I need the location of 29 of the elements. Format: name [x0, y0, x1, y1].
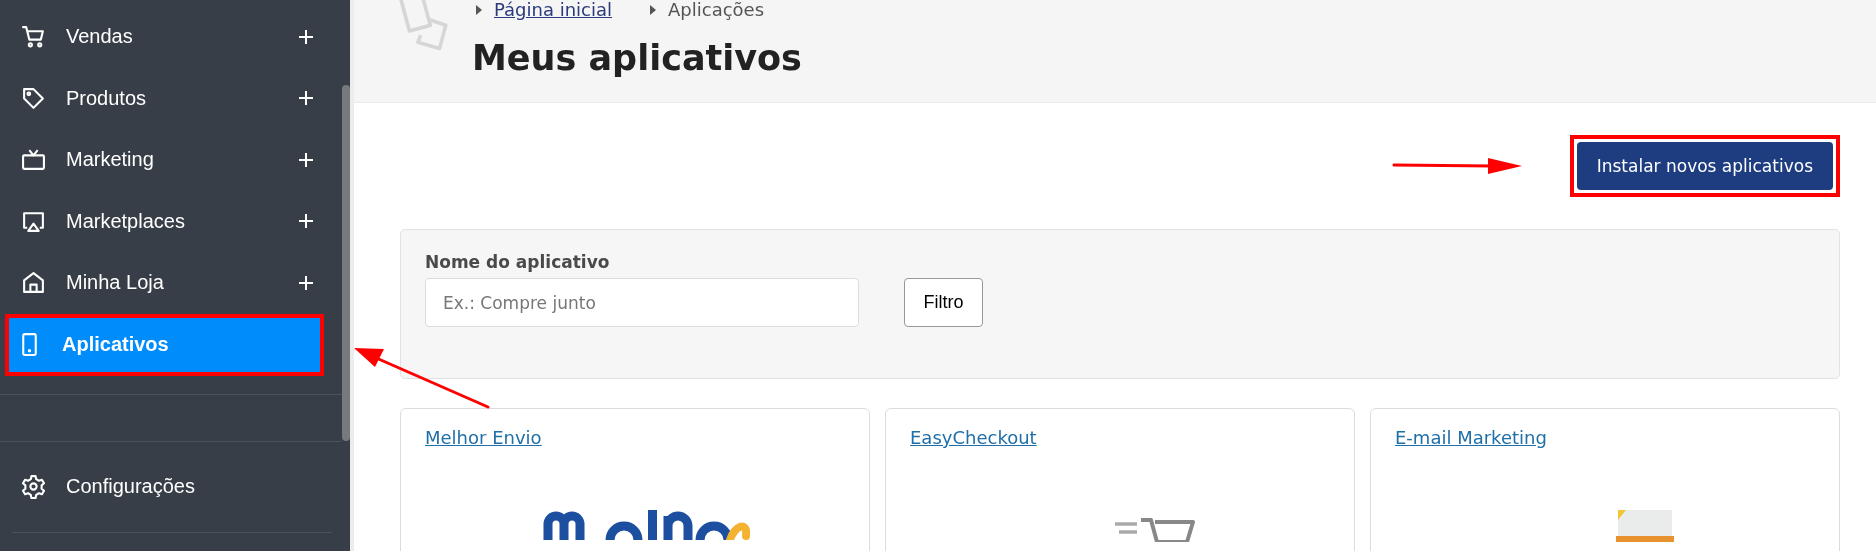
plus-icon[interactable] [299, 275, 313, 290]
sidebar-item[interactable]: Marketplaces [9, 190, 326, 252]
tv-icon [21, 147, 46, 173]
sidebar-item[interactable]: Vendas [9, 6, 326, 68]
search-field[interactable]: Ex.: Compre junto [425, 278, 859, 327]
plus-icon[interactable] [299, 214, 313, 229]
breadcrumb-current: Aplicações [668, 0, 765, 20]
app-link[interactable]: E-mail Marketing [1395, 427, 1547, 448]
plus-icon[interactable] [299, 152, 313, 167]
cart-icon [21, 24, 46, 50]
install-button[interactable]: Instalar novos aplicativos [1576, 142, 1833, 190]
plus-icon[interactable] [299, 29, 313, 44]
sidebar-item[interactable]: Configurações [0, 441, 350, 532]
page-title: Meus aplicativos [472, 38, 802, 78]
filter-button[interactable]: Filtro [904, 278, 983, 327]
tag-icon [21, 85, 46, 111]
plus-icon[interactable] [299, 91, 313, 106]
sidebar-item[interactable]: Minha Loja [9, 252, 326, 314]
scrollbar[interactable] [342, 85, 350, 441]
app-link[interactable]: EasyCheckout [910, 427, 1037, 448]
breadcrumb-link[interactable]: Página inicial [494, 0, 612, 20]
sidebar-item[interactable]: Produtos [9, 67, 326, 129]
home-icon [21, 270, 46, 296]
settings-icon [21, 474, 46, 499]
app-link[interactable]: Melhor Envio [425, 427, 542, 448]
sidebar-item[interactable]: Marketing [9, 129, 326, 191]
field-label: Nome do aplicativo [425, 252, 610, 272]
caret-icon [476, 5, 482, 15]
caret-icon [650, 5, 656, 15]
